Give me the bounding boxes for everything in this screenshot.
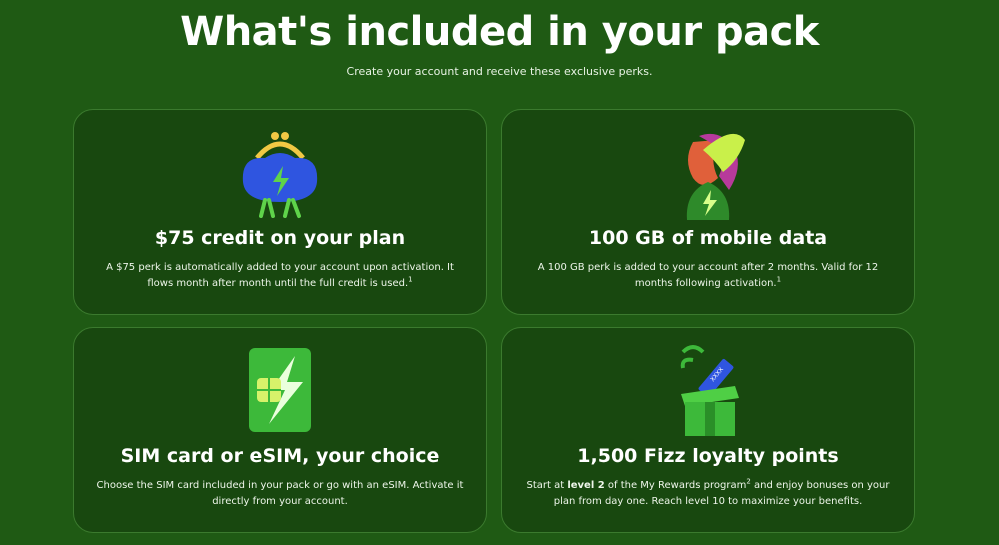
perk-title: SIM card or eSIM, your choice — [120, 445, 440, 467]
coin-purse-icon — [242, 132, 318, 218]
sim-card-icon — [249, 348, 311, 432]
perk-title: 100 GB of mobile data — [588, 227, 828, 249]
perk-description: Choose the SIM card included in your pac… — [96, 480, 464, 507]
page-title: What's included in your pack — [180, 9, 819, 55]
perk-description: A 100 GB perk is added to your account a… — [537, 262, 879, 289]
perk-description: A $75 perk is automatically added to you… — [106, 262, 454, 289]
page-subtitle: Create your account and receive these ex… — [346, 65, 653, 78]
perk-card-credit: $75 credit on your plan A $75 perk is au… — [73, 109, 487, 315]
perk-title: 1,500 Fizz loyalty points — [577, 445, 839, 467]
perk-card-data: 100 GB of mobile data A 100 GB perk is a… — [501, 109, 915, 315]
data-character-icon — [686, 133, 745, 220]
perk-card-loyalty: XXXX 1,500 Fizz loyalty points Start at … — [501, 327, 915, 533]
perk-description: Start at level 2 of the My Rewards progr… — [526, 477, 890, 507]
perk-title: $75 credit on your plan — [154, 227, 406, 249]
gift-box-icon: XXXX — [680, 345, 739, 436]
perk-card-sim: SIM card or eSIM, your choice Choose the… — [73, 327, 487, 533]
